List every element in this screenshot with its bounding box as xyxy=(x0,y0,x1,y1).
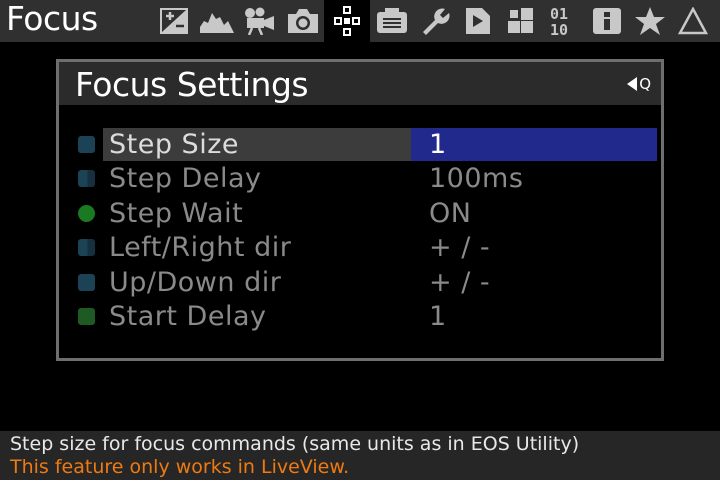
menu-tabs: 01 10 xyxy=(152,0,714,42)
display-icon[interactable] xyxy=(370,0,413,42)
status-indicator-icon xyxy=(78,136,95,153)
histogram-icon[interactable] xyxy=(195,0,238,42)
item-label: Left/Right dir xyxy=(109,232,292,264)
info-icon[interactable] xyxy=(585,0,628,42)
star-icon[interactable] xyxy=(628,0,671,42)
binary-debug-icon[interactable]: 01 10 xyxy=(542,0,585,42)
photo-camera-icon[interactable] xyxy=(281,0,324,42)
menu-item-up-down-dir[interactable]: Up/Down dir + / - xyxy=(59,266,661,300)
item-value[interactable]: + / - xyxy=(411,266,657,299)
back-arrow-icon xyxy=(627,77,638,91)
exposure-compensation-icon[interactable] xyxy=(152,0,195,42)
q-back-button[interactable]: Q xyxy=(627,74,651,94)
wrench-icon[interactable] xyxy=(413,0,456,42)
item-label: Step Wait xyxy=(109,197,244,229)
item-label: Start Delay xyxy=(109,300,267,332)
item-value[interactable]: 1 xyxy=(411,300,657,333)
menu-item-step-wait[interactable]: Step Wait ON xyxy=(59,197,661,231)
focus-settings-panel: Focus Settings Q Step Size 1 Step Delay … xyxy=(56,59,664,361)
movie-camera-icon[interactable] xyxy=(238,0,281,42)
settings-list: Step Size 1 Step Delay 100ms Step Wait O… xyxy=(59,128,661,334)
item-value[interactable]: ON xyxy=(411,197,657,230)
item-value[interactable]: 100ms xyxy=(411,162,657,195)
status-indicator-icon xyxy=(78,307,95,325)
item-label: Up/Down dir xyxy=(109,266,282,298)
status-indicator-icon xyxy=(78,239,95,257)
item-label: Step Size xyxy=(103,128,411,161)
menu-item-start-delay[interactable]: Start Delay 1 xyxy=(59,300,661,334)
warning-text: This feature only works in LiveView. xyxy=(10,456,350,478)
modules-icon[interactable] xyxy=(499,0,542,42)
help-text: Step size for focus commands (same units… xyxy=(10,433,580,455)
panel-header: Focus Settings Q xyxy=(59,62,661,105)
svg-text:10: 10 xyxy=(550,21,568,37)
status-indicator-icon xyxy=(78,273,95,291)
item-label: Step Delay xyxy=(109,163,262,195)
menu-title: Focus xyxy=(6,0,98,38)
on-indicator-icon xyxy=(78,204,95,222)
menu-item-step-delay[interactable]: Step Delay 100ms xyxy=(59,162,661,196)
menu-item-step-size[interactable]: Step Size 1 xyxy=(59,128,661,162)
focus-points-icon[interactable] xyxy=(324,0,370,42)
q-label: Q xyxy=(639,75,651,93)
delta-icon[interactable] xyxy=(671,0,714,42)
item-value[interactable]: 1 xyxy=(411,128,657,161)
item-value[interactable]: + / - xyxy=(411,231,657,264)
menu-item-left-right-dir[interactable]: Left/Right dir + / - xyxy=(59,231,661,265)
play-script-icon[interactable] xyxy=(456,0,499,42)
panel-title: Focus Settings xyxy=(75,65,309,104)
status-indicator-icon xyxy=(78,170,95,188)
top-menu-bar: Focus 01 10 xyxy=(0,0,720,42)
help-bar: Step size for focus commands (same units… xyxy=(0,431,720,480)
